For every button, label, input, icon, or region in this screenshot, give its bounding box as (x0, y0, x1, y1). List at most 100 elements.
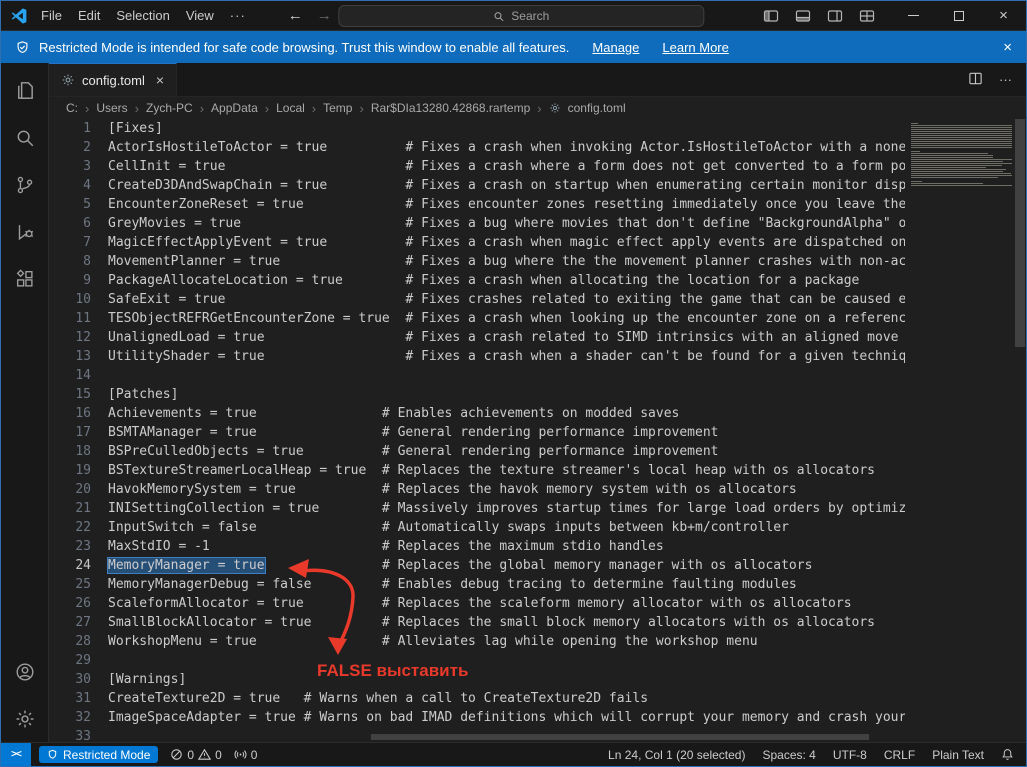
forward-arrow-icon[interactable]: → (317, 7, 332, 24)
code-line[interactable]: 5EncounterZoneReset = true # Fixes encou… (49, 195, 1026, 214)
toggle-sidebar-left-button[interactable] (757, 4, 785, 28)
code-line[interactable]: 23MaxStdIO = -1 # Replaces the maximum s… (49, 537, 1026, 556)
code-line[interactable]: 28WorkshopMenu = true # Alleviates lag w… (49, 632, 1026, 651)
code-line[interactable]: 7MagicEffectApplyEvent = true # Fixes a … (49, 233, 1026, 252)
run-debug-button[interactable] (1, 208, 49, 255)
code-line[interactable]: 8MovementPlanner = true # Fixes a bug wh… (49, 252, 1026, 271)
code-line[interactable]: 1[Fixes] (49, 119, 1026, 138)
breadcrumb-item[interactable]: AppData (211, 101, 258, 115)
code-line[interactable]: 13UtilityShader = true # Fixes a crash w… (49, 347, 1026, 366)
back-arrow-icon[interactable]: ← (288, 7, 303, 24)
horizontal-scrollbar-thumb[interactable] (371, 734, 869, 740)
minimize-button[interactable] (891, 1, 936, 31)
code-line[interactable]: 26ScaleformAllocator = true # Replaces t… (49, 594, 1026, 613)
close-window-button[interactable]: × (981, 1, 1026, 31)
eol-status[interactable]: CRLF (884, 748, 915, 762)
breadcrumb-item[interactable]: Zych-PC (146, 101, 193, 115)
search-box[interactable]: Search (338, 5, 704, 27)
code-line[interactable]: 9PackageAllocateLocation = true # Fixes … (49, 271, 1026, 290)
ports-indicator[interactable]: 0 (234, 748, 258, 762)
code-line[interactable]: 2ActorIsHostileToActor = true # Fixes a … (49, 138, 1026, 157)
code-line[interactable]: 4CreateD3DAndSwapChain = true # Fixes a … (49, 176, 1026, 195)
toggle-sidebar-right-button[interactable] (821, 4, 849, 28)
code-line[interactable]: 12UnalignedLoad = true # Fixes a crash r… (49, 328, 1026, 347)
line-text: CreateD3DAndSwapChain = true # Fixes a c… (91, 176, 914, 195)
language-mode[interactable]: Plain Text (932, 748, 984, 762)
maximize-button[interactable] (936, 1, 981, 31)
code-line[interactable]: 27SmallBlockAllocator = true # Replaces … (49, 613, 1026, 632)
breadcrumb-item-filename[interactable]: config.toml (568, 101, 626, 115)
warning-icon (198, 748, 211, 761)
breadcrumb-item[interactable]: C: (66, 101, 78, 115)
cursor-position[interactable]: Ln 24, Col 1 (20 selected) (608, 748, 745, 762)
code-line[interactable]: 3CellInit = true # Fixes a crash where a… (49, 157, 1026, 176)
restricted-mode-badge[interactable]: Restricted Mode (39, 746, 158, 763)
vertical-scrollbar-thumb[interactable] (1015, 119, 1025, 347)
extensions-icon (14, 268, 36, 290)
line-number: 32 (49, 708, 91, 727)
problems-indicator[interactable]: 0 0 (170, 748, 221, 762)
accounts-button[interactable] (1, 648, 49, 695)
line-text: SmallBlockAllocator = true # Replaces th… (91, 613, 875, 632)
vertical-scrollbar[interactable] (1014, 119, 1026, 742)
minimap[interactable] (905, 119, 1014, 742)
code-line[interactable]: 6GreyMovies = true # Fixes a bug where m… (49, 214, 1026, 233)
code-editor[interactable]: 1[Fixes]2ActorIsHostileToActor = true # … (49, 119, 1026, 742)
breadcrumb-item[interactable]: Temp (323, 101, 352, 115)
source-control-button[interactable] (1, 161, 49, 208)
encoding-status[interactable]: UTF-8 (833, 748, 867, 762)
menu-selection[interactable]: Selection (108, 5, 177, 26)
menu-file[interactable]: File (33, 5, 70, 26)
tab-config-toml[interactable]: config.toml × (49, 63, 177, 96)
code-line[interactable]: 20HavokMemorySystem = true # Replaces th… (49, 480, 1026, 499)
explorer-button[interactable] (1, 67, 49, 114)
search-sidebar-button[interactable] (1, 114, 49, 161)
code-line[interactable]: 24MemoryManager = true # Replaces the gl… (49, 556, 1026, 575)
restricted-mode-banner: Restricted Mode is intended for safe cod… (1, 31, 1026, 63)
chevron-right-icon: › (359, 101, 363, 116)
line-text: MemoryManagerDebug = false # Enables deb… (91, 575, 797, 594)
toggle-panel-button[interactable] (789, 4, 817, 28)
breadcrumb-item[interactable]: Users (96, 101, 127, 115)
menu-edit[interactable]: Edit (70, 5, 108, 26)
code-line[interactable]: 32ImageSpaceAdapter = true # Warns on ba… (49, 708, 1026, 727)
breadcrumb-item[interactable]: Local (276, 101, 305, 115)
line-text: WorkshopMenu = true # Alleviates lag whi… (91, 632, 758, 651)
code-line[interactable]: 25MemoryManagerDebug = false # Enables d… (49, 575, 1026, 594)
code-line[interactable]: 11TESObjectREFRGetEncounterZone = true #… (49, 309, 1026, 328)
learn-more-link[interactable]: Learn More (662, 40, 728, 55)
line-text (91, 651, 108, 670)
code-line[interactable]: 30[Warnings] (49, 670, 1026, 689)
chevron-right-icon: › (265, 101, 269, 116)
line-number: 16 (49, 404, 91, 423)
menu-view[interactable]: View (178, 5, 222, 26)
extensions-button[interactable] (1, 255, 49, 302)
code-line[interactable]: 16Achievements = true # Enables achievem… (49, 404, 1026, 423)
code-line[interactable]: 19BSTextureStreamerLocalHeap = true # Re… (49, 461, 1026, 480)
code-line[interactable]: 10SafeExit = true # Fixes crashes relate… (49, 290, 1026, 309)
breadcrumb-item[interactable]: Rar$DIa13280.42868.rartemp (371, 101, 530, 115)
code-line[interactable]: 29 (49, 651, 1026, 670)
broadcast-icon (234, 748, 247, 761)
split-editor-button[interactable] (968, 71, 983, 89)
indentation-status[interactable]: Spaces: 4 (762, 748, 815, 762)
code-line[interactable]: 18BSPreCulledObjects = true # General re… (49, 442, 1026, 461)
banner-close-icon[interactable]: × (1003, 39, 1012, 56)
line-number: 4 (49, 176, 91, 195)
code-line[interactable]: 22InputSwitch = false # Automatically sw… (49, 518, 1026, 537)
remote-indicator[interactable]: >< (1, 743, 31, 766)
notifications-bell-button[interactable] (1001, 748, 1014, 761)
code-line[interactable]: 31CreateTexture2D = true # Warns when a … (49, 689, 1026, 708)
code-line[interactable]: 17BSMTAManager = true # General renderin… (49, 423, 1026, 442)
gear-icon (14, 708, 36, 730)
error-icon (170, 748, 183, 761)
editor-actions-more-button[interactable]: ··· (999, 72, 1012, 87)
customize-layout-button[interactable] (853, 4, 881, 28)
manage-link[interactable]: Manage (592, 40, 639, 55)
code-line[interactable]: 15[Patches] (49, 385, 1026, 404)
code-line[interactable]: 21INISettingCollection = true # Massivel… (49, 499, 1026, 518)
code-line[interactable]: 14 (49, 366, 1026, 385)
tab-close-icon[interactable]: × (156, 72, 164, 88)
settings-button[interactable] (1, 695, 49, 742)
menu-more-button[interactable]: ··· (222, 5, 254, 26)
